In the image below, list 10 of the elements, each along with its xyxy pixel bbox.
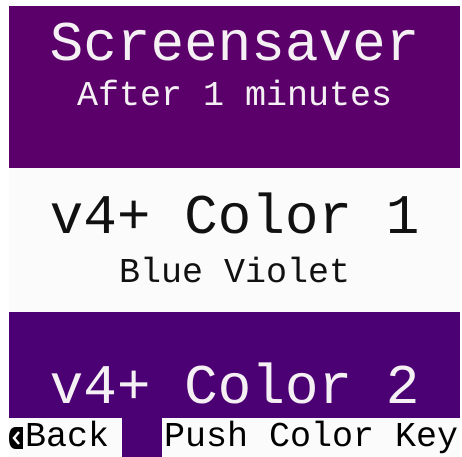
menu-item[interactable]: Screensaver After 1 minutes [9,6,460,168]
item-title: v4+ Color 2 [50,357,420,419]
item-title: v4+ Color 1 [50,187,420,249]
menu-item[interactable]: v4+ Color 1 Blue Violet [9,168,460,312]
item-value: After 1 minutes [76,76,392,116]
back-icon [9,426,23,450]
back-softkey[interactable]: Back [9,418,122,457]
softkey[interactable]: Push Color Key [162,418,460,457]
item-title: Screensaver [50,14,420,76]
item-value: Blue Violet [118,253,350,293]
